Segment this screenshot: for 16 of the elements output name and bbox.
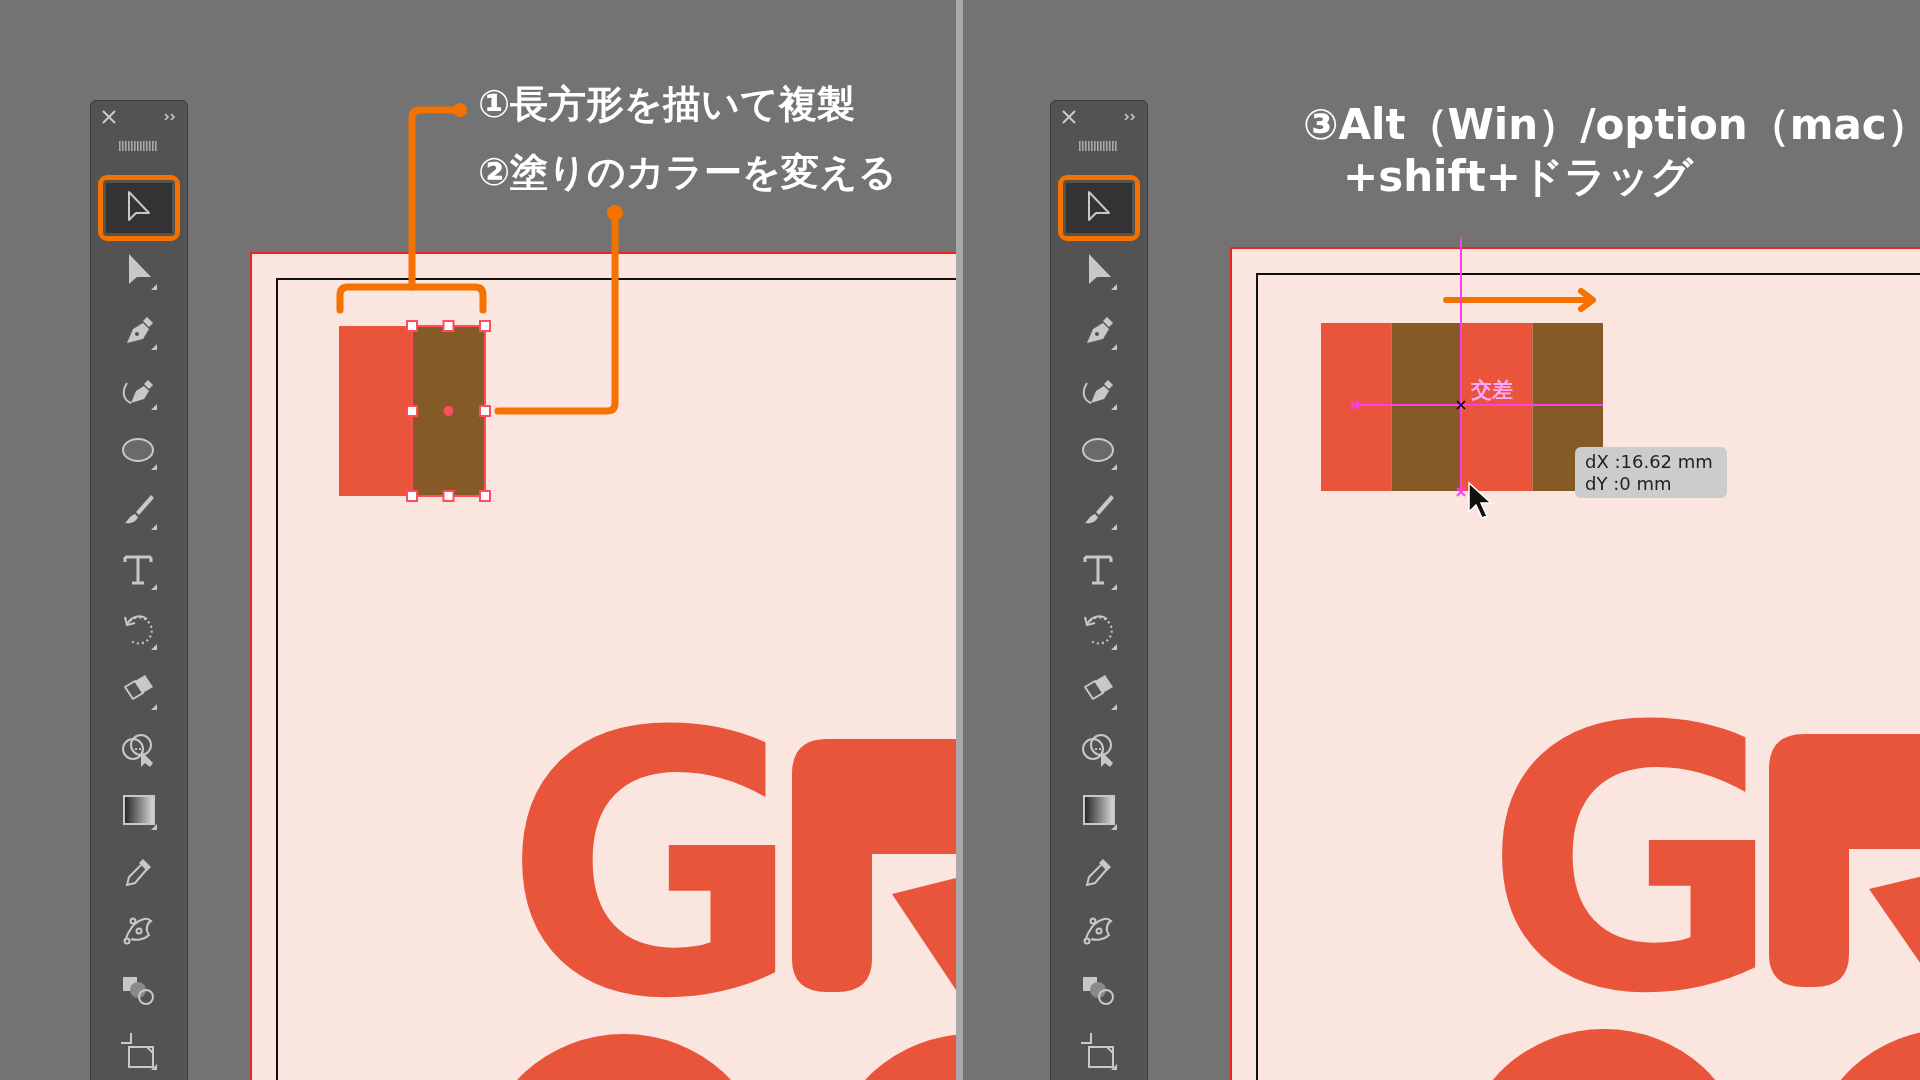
annotation-text: ②塗りのカラーを変える [478, 150, 898, 196]
annotation-text: ①長方形を描いて複製 [478, 82, 856, 128]
arrow-icon [1443, 288, 1596, 312]
tooltip-text: dY :0 mm [1585, 472, 1673, 495]
artboard-heading: G [504, 685, 812, 1048]
tool-button[interactable] [98, 175, 180, 241]
tool-button[interactable] [1058, 175, 1140, 241]
annotation-text: +shift+ドラッグ [1343, 152, 1694, 203]
tooltip-text: dX :16.62 mm [1585, 451, 1714, 473]
grip-icon[interactable] [1079, 141, 1119, 151]
selection-bounding-box[interactable] [406, 320, 491, 502]
smart-guide-label: 交差 [1471, 378, 1513, 404]
artboard-heading: G [1484, 680, 1792, 1043]
grip-icon[interactable] [119, 141, 159, 151]
pointer-icon [1468, 481, 1493, 519]
annotation-text: ③Alt（Win）/option（mac） [1303, 100, 1920, 151]
